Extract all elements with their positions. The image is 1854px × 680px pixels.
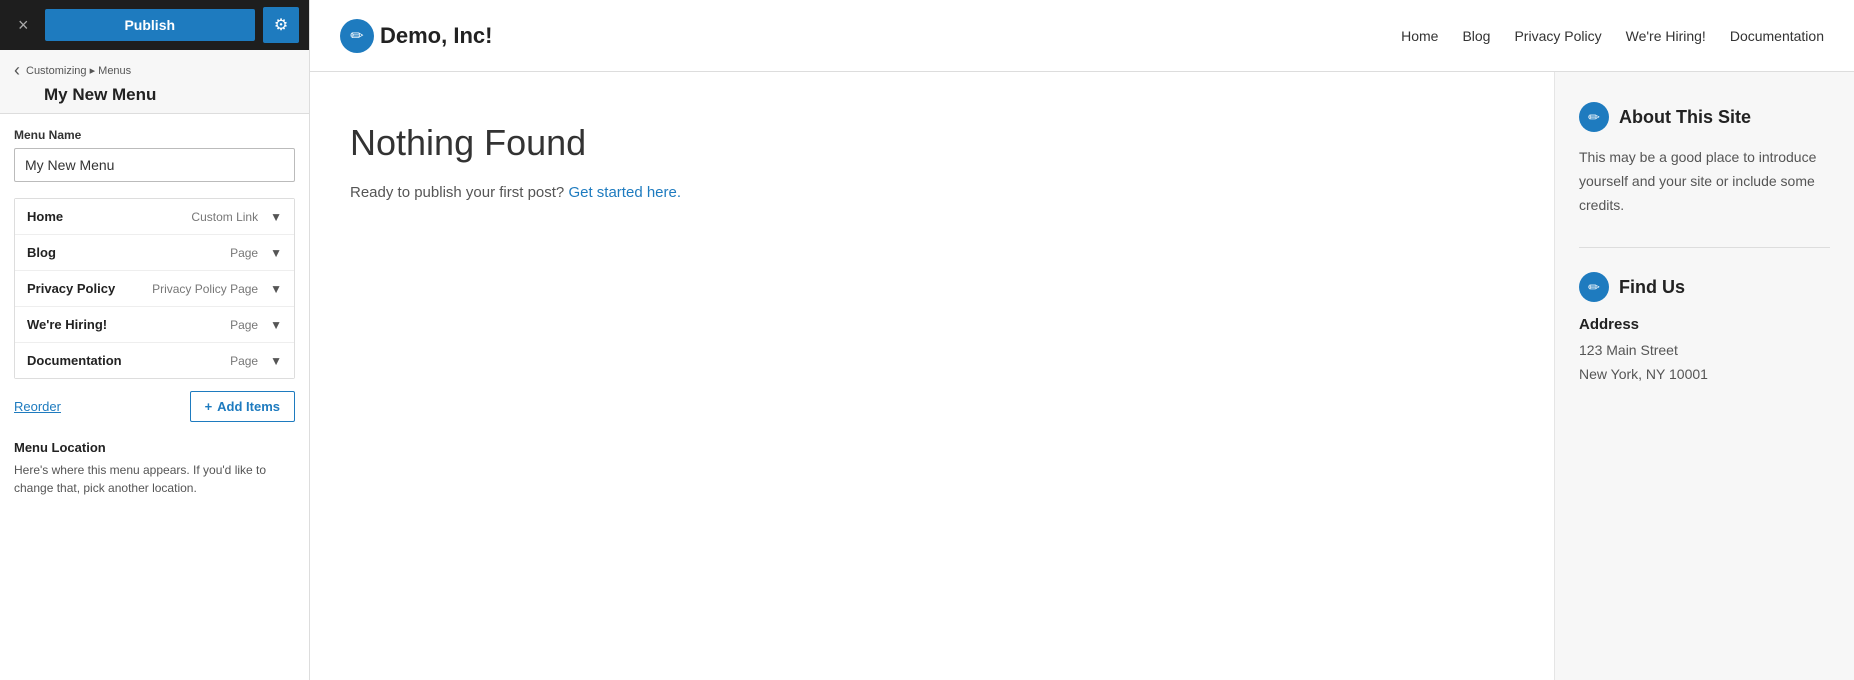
menu-name-input[interactable]	[14, 148, 295, 182]
site-logo-pencil-icon: ✏	[340, 19, 374, 53]
menu-item-type: Page	[230, 354, 258, 368]
about-widget-text: This may be a good place to introduce yo…	[1579, 146, 1830, 217]
chevron-down-icon[interactable]: ▼	[270, 246, 282, 260]
widget-divider	[1579, 247, 1830, 248]
publish-button[interactable]: Publish	[45, 9, 255, 41]
topbar: × Publish ⚙	[0, 0, 309, 50]
chevron-down-icon[interactable]: ▼	[270, 318, 282, 332]
settings-gear-button[interactable]: ⚙	[263, 7, 299, 43]
back-button[interactable]: ‹	[14, 60, 20, 81]
table-row: Privacy Policy Privacy Policy Page ▼	[15, 271, 294, 307]
about-widget-header: ✏ About This Site	[1579, 102, 1830, 132]
menu-items-list: Home Custom Link ▼ Blog Page ▼ Privacy P…	[14, 198, 295, 379]
breadcrumb: Customizing ▸ Menus	[26, 64, 131, 77]
menu-item-name: Documentation	[27, 353, 122, 368]
get-started-link[interactable]: Get started here.	[568, 184, 681, 201]
menu-item-name: We're Hiring!	[27, 317, 107, 332]
site-sidebar-widgets: ✏ About This Site This may be a good pla…	[1554, 72, 1854, 680]
about-widget-pencil-icon: ✏	[1579, 102, 1609, 132]
nav-link-privacy-policy[interactable]: Privacy Policy	[1514, 28, 1601, 44]
nav-link-documentation[interactable]: Documentation	[1730, 28, 1824, 44]
plus-icon: +	[205, 399, 213, 414]
nav-link-home[interactable]: Home	[1401, 28, 1438, 44]
menu-item-type: Custom Link	[191, 210, 258, 224]
address-label: Address	[1579, 316, 1830, 333]
section-title: My New Menu	[44, 85, 295, 105]
nav-link-blog[interactable]: Blog	[1462, 28, 1490, 44]
nav-link-were-hiring[interactable]: We're Hiring!	[1626, 28, 1706, 44]
menu-location-title: Menu Location	[14, 440, 295, 455]
address-line-2: New York, NY 10001	[1579, 363, 1830, 387]
add-items-label: Add Items	[217, 399, 280, 414]
table-row: Blog Page ▼	[15, 235, 294, 271]
table-row: Documentation Page ▼	[15, 343, 294, 378]
nothing-found-text: Ready to publish your first post? Get st…	[350, 184, 1514, 201]
sidebar-scroll-area[interactable]: Menu Name Home Custom Link ▼ Blog Page ▼	[0, 114, 309, 680]
menu-item-name: Home	[27, 209, 63, 224]
breadcrumb-area: ‹ Customizing ▸ Menus My New Menu	[0, 50, 309, 114]
close-button[interactable]: ×	[10, 11, 37, 40]
site-logo-area: ✏ Demo, Inc!	[340, 19, 492, 53]
add-items-button[interactable]: + Add Items	[190, 391, 295, 422]
site-preview: ✏ Demo, Inc! Home Blog Privacy Policy We…	[310, 0, 1854, 680]
site-content-area: Nothing Found Ready to publish your firs…	[310, 72, 1854, 680]
customizer-sidebar: × Publish ⚙ ‹ Customizing ▸ Menus My New…	[0, 0, 310, 680]
findus-widget-pencil-icon: ✏	[1579, 272, 1609, 302]
address-line-1: 123 Main Street	[1579, 339, 1830, 363]
menu-name-label: Menu Name	[14, 128, 295, 142]
nothing-found-cta-text: Ready to publish your first post?	[350, 184, 564, 201]
chevron-down-icon[interactable]: ▼	[270, 210, 282, 224]
findus-widget-header: ✏ Find Us	[1579, 272, 1830, 302]
findus-widget-title: Find Us	[1619, 277, 1685, 298]
menu-item-name: Blog	[27, 245, 56, 260]
chevron-down-icon[interactable]: ▼	[270, 282, 282, 296]
menu-item-type: Page	[230, 246, 258, 260]
site-header: ✏ Demo, Inc! Home Blog Privacy Policy We…	[310, 0, 1854, 72]
table-row: Home Custom Link ▼	[15, 199, 294, 235]
nothing-found-title: Nothing Found	[350, 122, 1514, 164]
site-navigation: Home Blog Privacy Policy We're Hiring! D…	[1401, 28, 1824, 44]
about-widget-title: About This Site	[1619, 107, 1751, 128]
chevron-down-icon[interactable]: ▼	[270, 354, 282, 368]
site-title: Demo, Inc!	[380, 23, 492, 49]
reorder-button[interactable]: Reorder	[14, 399, 61, 414]
menu-location-description: Here's where this menu appears. If you'd…	[14, 461, 295, 497]
menu-item-type: Page	[230, 318, 258, 332]
menu-location-section: Menu Location Here's where this menu app…	[14, 440, 295, 497]
menu-item-type: Privacy Policy Page	[152, 282, 258, 296]
table-row: We're Hiring! Page ▼	[15, 307, 294, 343]
main-content: Nothing Found Ready to publish your firs…	[310, 72, 1554, 680]
menu-actions: Reorder + Add Items	[14, 391, 295, 422]
menu-item-name: Privacy Policy	[27, 281, 115, 296]
